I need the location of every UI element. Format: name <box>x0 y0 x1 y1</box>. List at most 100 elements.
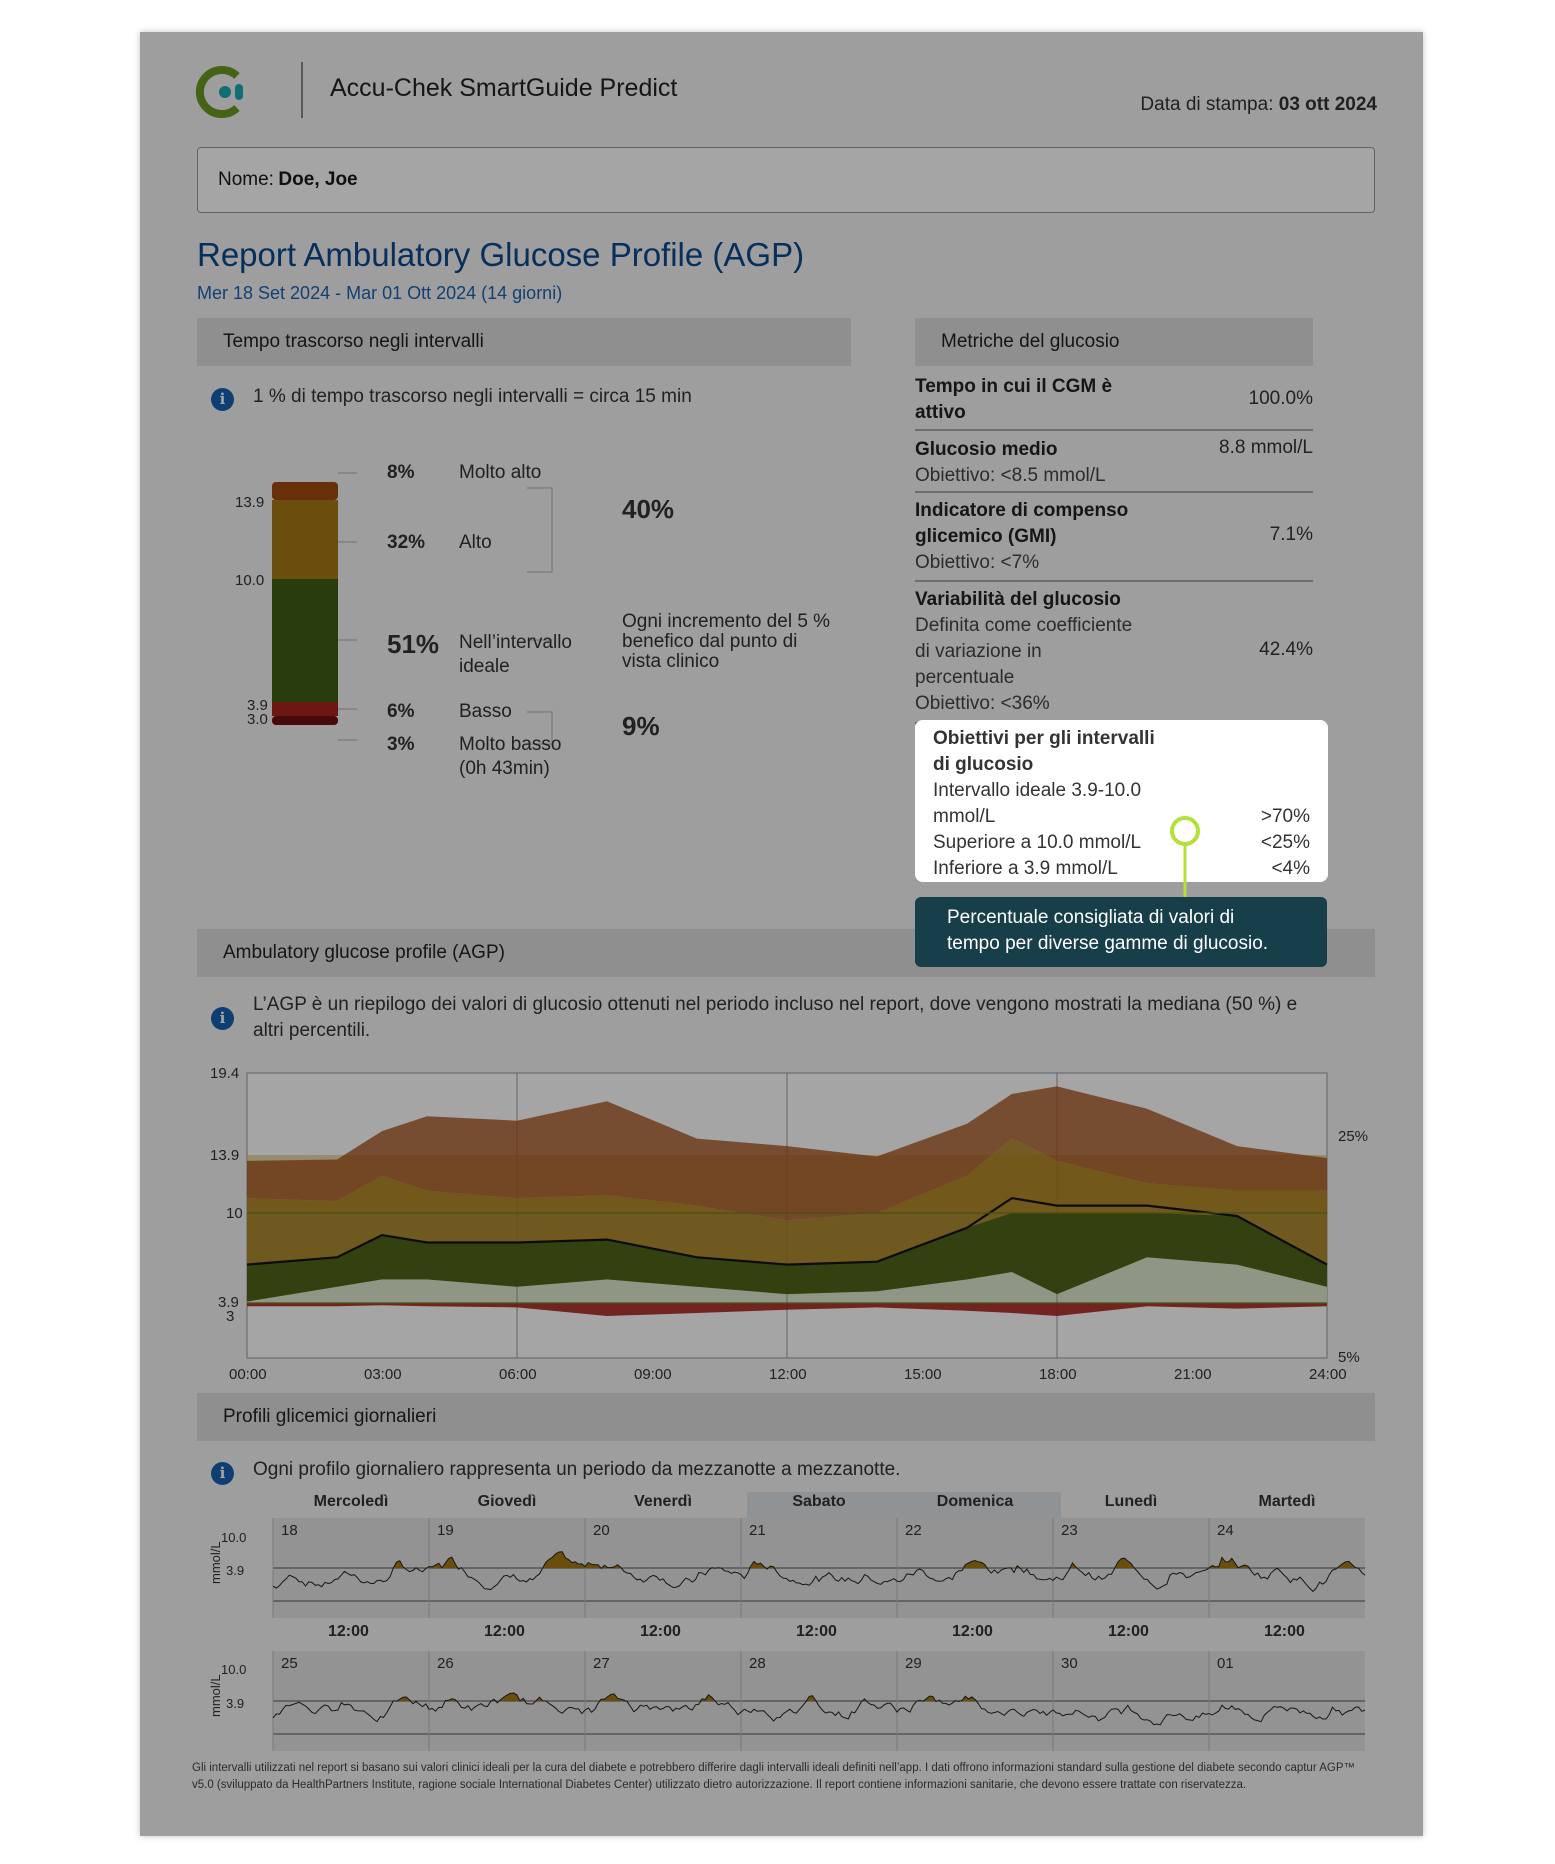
daily-date: 22 <box>905 1522 922 1539</box>
ideal-label: Nell’intervallo <box>459 632 572 653</box>
agp-y-tick-19.4: 19.4 <box>210 1065 240 1082</box>
daily-date: 24 <box>1217 1522 1234 1539</box>
targets-above-value: <25% <box>1260 832 1310 853</box>
var-target: Obiettivo: <36% <box>915 693 1050 714</box>
clinical-note-line3: vista clinico <box>622 651 720 672</box>
print-date-label: Data di stampa: <box>1140 94 1274 115</box>
tir-tick-13.9: 13.9 <box>235 494 265 511</box>
agp-x-tick: 21:00 <box>1174 1366 1212 1383</box>
daily-noon-label: 12:00 <box>484 1623 525 1640</box>
cgm-value: 100.0% <box>1248 388 1313 409</box>
daily-y-low-week1: 3.9 <box>226 1563 245 1578</box>
gmi-label-2: glicemico (GMI) <box>915 526 1057 547</box>
info-icon[interactable]: i <box>211 1462 234 1485</box>
targets-below-value: <4% <box>1271 858 1310 879</box>
high-label: Alto <box>459 532 492 553</box>
low-label: Basso <box>459 701 512 722</box>
daily-unit-week1: mmol/L <box>208 1541 223 1584</box>
daily-noon-label: 12:00 <box>328 1623 369 1640</box>
daily-noon-label: 12:00 <box>1264 1623 1305 1640</box>
focus-ring-icon <box>1170 816 1200 897</box>
daily-unit-week2: mmol/L <box>208 1674 223 1717</box>
agp-x-tick: 00:00 <box>229 1366 267 1383</box>
day-name: Sabato <box>792 1493 846 1510</box>
patient-name-label: Nome: <box>218 169 274 190</box>
daily-date: 21 <box>749 1522 766 1539</box>
clinical-note-line1: Ogni incremento del 5 % <box>622 611 831 632</box>
very-high-label: Molto alto <box>459 462 542 483</box>
time-in-ranges-info: 1 % di tempo trascorso negli intervalli … <box>253 386 692 407</box>
metric-gmi: Indicatore di compenso glicemico (GMI) O… <box>915 495 1313 582</box>
very-low-pct: 3% <box>387 734 415 755</box>
day-name: Venerdì <box>634 1493 692 1510</box>
clinical-note-line2: benefico dal punto di <box>622 631 798 652</box>
high-segment <box>272 500 338 579</box>
high-total: 40% <box>622 494 675 524</box>
header-separator <box>301 62 303 118</box>
agp-y-tick-10: 10 <box>226 1205 243 1222</box>
very-low-segment <box>272 716 338 725</box>
agp-pct-top: 25% <box>1338 1128 1369 1145</box>
agp-info-line1: L’AGP è un riepilogo dei valori di gluco… <box>253 994 1298 1015</box>
tooltip: Percentuale consigliata di valori di tem… <box>915 897 1327 967</box>
very-low-label: Molto basso <box>459 734 562 755</box>
metric-variability: Variabilità del glucosio Definita come c… <box>915 584 1313 724</box>
daily-date: 30 <box>1061 1655 1078 1672</box>
report-title: Report Ambulatory Glucose Profile (AGP) <box>197 236 805 273</box>
report-period: Mer 18 Set 2024 - Mar 01 Ott 2024 (14 gi… <box>197 283 563 303</box>
agp-x-tick: 15:00 <box>904 1366 942 1383</box>
agp-y-tick-13.9: 13.9 <box>210 1147 240 1164</box>
gmi-label-1: Indicatore di compenso <box>915 500 1129 521</box>
daily-noon-label: 12:00 <box>796 1623 837 1640</box>
daily-y-high-week1: 10.0 <box>221 1530 247 1545</box>
clinical-note: Ogni incremento del 5 % benefico dal pun… <box>622 612 830 672</box>
metrics-header: Metriche del glucosio <box>915 318 1313 366</box>
day-name: Domenica <box>936 1493 1014 1510</box>
footer-disclaimer: Gli intervalli utilizzati nel report si … <box>192 1762 1356 1791</box>
daily-date: 01 <box>1217 1655 1234 1672</box>
agp-pct-bottom: 5% <box>1338 1349 1360 1366</box>
day-name: Lunedì <box>1104 1493 1158 1510</box>
info-icon[interactable]: i <box>211 1007 234 1030</box>
daily-date: 28 <box>749 1655 766 1672</box>
day-name: Mercoledì <box>313 1493 389 1510</box>
daily-y-high-week2: 10.0 <box>221 1662 247 1677</box>
low-segment <box>272 702 338 716</box>
targets-above-row: Superiore a 10.0 mmol/L <25% <box>933 830 1310 856</box>
targets-above: Superiore a 10.0 mmol/L <box>933 832 1142 853</box>
daily-header: Profili glicemici giornalieri <box>197 1393 1375 1441</box>
daily-date: 23 <box>1061 1522 1078 1539</box>
daily-date: 20 <box>593 1522 610 1539</box>
low-total: 9% <box>622 711 660 741</box>
daily-date: 27 <box>593 1655 610 1672</box>
var-desc-3: percentuale <box>915 667 1015 688</box>
daily-date: 19 <box>437 1522 454 1539</box>
very-low-duration: (0h 43min) <box>459 758 550 779</box>
glucose-targets-box[interactable]: Obiettivi per gli intervalli di glucosio… <box>915 720 1328 882</box>
agp-x-tick: 09:00 <box>634 1366 672 1383</box>
daily-info: Ogni profilo giornaliero rappresenta un … <box>253 1459 901 1480</box>
day-name: Martedì <box>1258 1493 1316 1510</box>
var-desc-1: Definita come coefficiente <box>915 615 1133 636</box>
low-pct: 6% <box>387 701 415 722</box>
targets-ideal-value: >70% <box>1260 806 1310 827</box>
ideal-pct: 51% <box>387 629 440 659</box>
mean-target: Obiettivo: <8.5 mmol/L <box>915 465 1106 486</box>
very-high-segment <box>272 482 338 500</box>
tooltip-line2: tempo per diverse gamme di glucosio. <box>947 933 1269 954</box>
agp-chart <box>246 1072 1328 1359</box>
high-pct: 32% <box>387 532 426 553</box>
daily-y-low-week2: 3.9 <box>226 1696 245 1711</box>
gmi-value: 7.1% <box>1269 524 1313 545</box>
ideal-segment <box>272 579 338 702</box>
daily-date: 29 <box>905 1655 922 1672</box>
ideal-label-2: ideale <box>459 656 510 677</box>
patient-name-box: Nome: Doe, Joe <box>197 147 1375 213</box>
agp-x-tick: 24:00 <box>1309 1366 1347 1383</box>
mean-value: 8.8 mmol/L <box>1219 437 1313 458</box>
agp-x-tick: 18:00 <box>1039 1366 1077 1383</box>
daily-date: 25 <box>281 1655 298 1672</box>
agp-x-tick: 03:00 <box>364 1366 402 1383</box>
var-value: 42.4% <box>1259 639 1313 660</box>
info-icon[interactable]: i <box>211 388 234 411</box>
